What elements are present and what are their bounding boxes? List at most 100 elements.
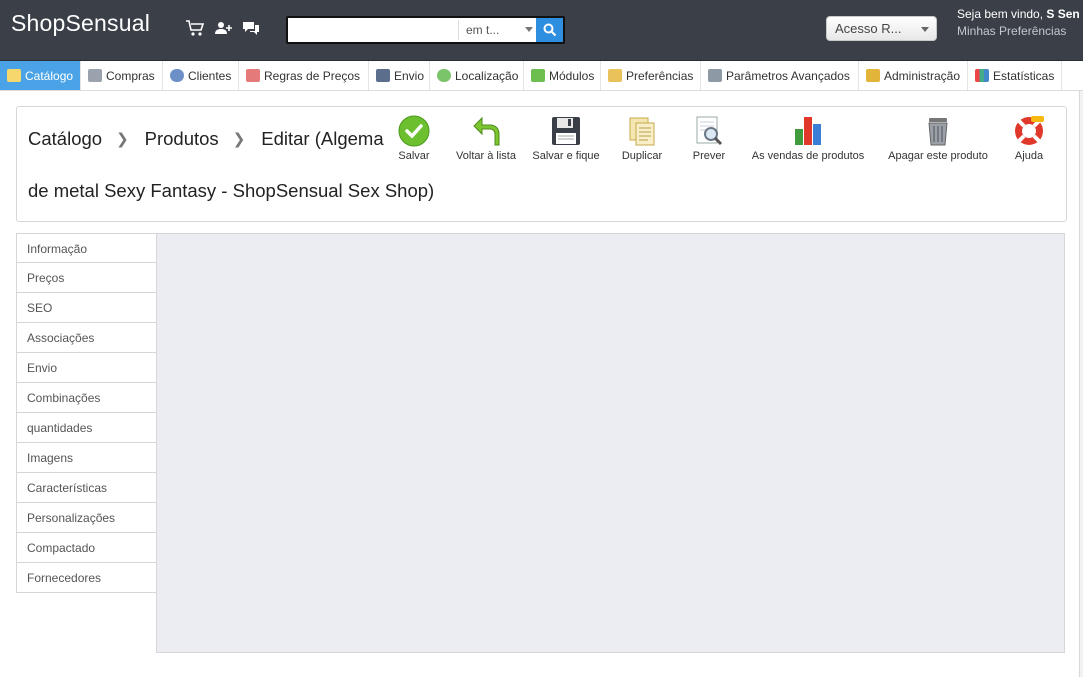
menu-item-label: Administração xyxy=(884,68,961,83)
tab-prices[interactable]: Preços xyxy=(16,263,157,293)
cart-icon[interactable] xyxy=(185,19,205,37)
menu-item-advanced-parameters[interactable]: Parâmetros Avançados xyxy=(701,61,859,90)
preview-label: Prever xyxy=(692,150,726,162)
duplicate-button[interactable]: Duplicar xyxy=(619,115,665,162)
menu-item-orders[interactable]: Compras xyxy=(81,61,163,90)
breadcrumb-separator-icon: ❯ xyxy=(232,131,246,148)
tab-seo[interactable]: SEO xyxy=(16,293,157,323)
duplicate-label: Duplicar xyxy=(621,150,663,162)
tab-quantities[interactable]: quantidades xyxy=(16,413,157,443)
menu-item-label: Catálogo xyxy=(25,68,74,83)
tab-features[interactable]: Características xyxy=(16,473,157,503)
trash-icon xyxy=(928,118,948,146)
menu-item-customers[interactable]: Clientes xyxy=(163,61,239,90)
delete-product-button[interactable]: Apagar este produto xyxy=(885,115,991,162)
preview-button[interactable]: Prever xyxy=(689,115,729,162)
preferences-icon xyxy=(608,69,622,82)
shop-name-link[interactable]: ShopSensual xyxy=(11,10,150,37)
welcome-text: Seja bem vindo, xyxy=(957,7,1047,21)
toolbar-panel: Catálogo ❯ Produtos ❯ Editar (Algema de meta… xyxy=(16,106,1067,222)
search-input[interactable] xyxy=(290,20,456,40)
tab-content-area xyxy=(156,233,1065,653)
tab-suppliers[interactable]: Fornecedores xyxy=(16,563,157,593)
search-bar: em t... xyxy=(286,16,565,44)
menu-item-label: Compras xyxy=(106,68,155,83)
puzzle-icon xyxy=(531,69,545,82)
help-button[interactable]: Ajuda xyxy=(1011,115,1047,162)
back-arrow-icon xyxy=(473,116,500,146)
breadcrumb-catalog[interactable]: Catálogo xyxy=(28,128,102,149)
menu-item-shipping[interactable]: Envio xyxy=(369,61,430,90)
save-check-icon xyxy=(398,115,430,147)
product-sales-button[interactable]: As vendas de produtos xyxy=(749,115,867,162)
bar-chart-icon xyxy=(975,69,989,82)
welcome-message: Seja bem vindo, S Sen xyxy=(957,7,1080,21)
chevron-down-icon xyxy=(921,27,929,32)
top-header: ShopSensual em t... Acesso R... Seja bem… xyxy=(0,0,1083,61)
menu-item-localization[interactable]: Localização xyxy=(430,61,524,90)
globe-icon xyxy=(437,69,451,82)
lifebuoy-icon xyxy=(1015,116,1044,145)
breadcrumb-products[interactable]: Produtos xyxy=(145,128,219,149)
search-scope-label: em t... xyxy=(466,23,500,37)
menu-item-statistics[interactable]: Estatísticas xyxy=(968,61,1062,90)
menu-item-label: Módulos xyxy=(549,68,595,83)
key-icon xyxy=(866,69,880,82)
menu-item-catalog[interactable]: Catálogo xyxy=(0,61,81,90)
menu-item-label: Localização xyxy=(455,68,519,83)
page-title-continuation: de metal Sexy Fantasy - ShopSensual Sex … xyxy=(28,180,435,201)
messages-icon[interactable] xyxy=(241,19,261,37)
floppy-disk-icon xyxy=(552,117,580,145)
preview-magnifier-icon xyxy=(696,116,723,146)
search-button[interactable] xyxy=(536,18,563,42)
customer-icon xyxy=(170,69,184,82)
user-name: S Sen xyxy=(1046,7,1080,21)
delete-product-label: Apagar este produto xyxy=(888,150,988,162)
menu-item-label: Envio xyxy=(394,68,425,83)
save-and-stay-button[interactable]: Salvar e fique xyxy=(530,115,602,162)
tab-virtual-product[interactable]: Compactado xyxy=(16,533,157,563)
tab-associations[interactable]: Associações xyxy=(16,323,157,353)
menu-item-label: Regras de Preços xyxy=(264,68,361,83)
search-icon xyxy=(543,23,556,37)
breadcrumb-separator-icon: ❯ xyxy=(116,131,129,148)
folder-icon xyxy=(7,69,21,82)
quick-access-label: Acesso R... xyxy=(835,21,902,36)
menu-item-label: Clientes xyxy=(188,68,232,83)
chevron-down-icon xyxy=(525,27,533,32)
menu-item-label: Estatísticas xyxy=(993,68,1055,83)
tab-information[interactable]: Informação xyxy=(16,233,157,263)
save-button-label: Salvar xyxy=(398,150,430,162)
menu-item-price-rules[interactable]: Regras de Preços xyxy=(239,61,369,90)
my-preferences-link[interactable]: Minhas Preferências xyxy=(957,24,1066,38)
tab-customization[interactable]: Personalizações xyxy=(16,503,157,533)
cart-icon xyxy=(88,69,102,82)
truck-icon xyxy=(376,69,390,82)
save-button[interactable]: Salvar xyxy=(392,115,436,162)
back-to-list-label: Voltar à lista xyxy=(456,150,516,162)
duplicate-icon xyxy=(629,117,655,146)
search-scope-select[interactable]: em t... xyxy=(458,20,537,40)
menu-item-label: Preferências xyxy=(626,68,694,83)
price-rules-icon xyxy=(246,69,260,82)
menu-item-label: Parâmetros Avançados xyxy=(726,68,850,83)
product-sales-label: As vendas de produtos xyxy=(751,150,865,162)
help-label: Ajuda xyxy=(1014,150,1044,162)
tab-combinations[interactable]: Combinações xyxy=(16,383,157,413)
tab-shipping[interactable]: Envio xyxy=(16,353,157,383)
wrench-icon xyxy=(708,69,722,82)
main-menu: Catálogo Compras Clientes Regras de Preç… xyxy=(0,61,1083,91)
menu-item-preferences[interactable]: Preferências xyxy=(601,61,701,90)
breadcrumb-edit: Editar (Algema xyxy=(261,128,384,149)
save-and-stay-label: Salvar e fique xyxy=(532,150,600,162)
page-title: Catálogo ❯ Produtos ❯ Editar (Algema xyxy=(28,128,384,150)
customers-icon[interactable] xyxy=(213,19,233,37)
back-to-list-button[interactable]: Voltar à lista xyxy=(453,115,519,162)
tab-images[interactable]: Imagens xyxy=(16,443,157,473)
scrollbar[interactable] xyxy=(1079,91,1083,677)
product-tabs: Informação Preços SEO Associações Envio … xyxy=(16,233,157,593)
quick-access-dropdown[interactable]: Acesso R... xyxy=(826,16,937,41)
menu-item-administration[interactable]: Administração xyxy=(859,61,968,90)
menu-item-modules[interactable]: Módulos xyxy=(524,61,601,90)
sales-chart-icon xyxy=(795,117,821,145)
